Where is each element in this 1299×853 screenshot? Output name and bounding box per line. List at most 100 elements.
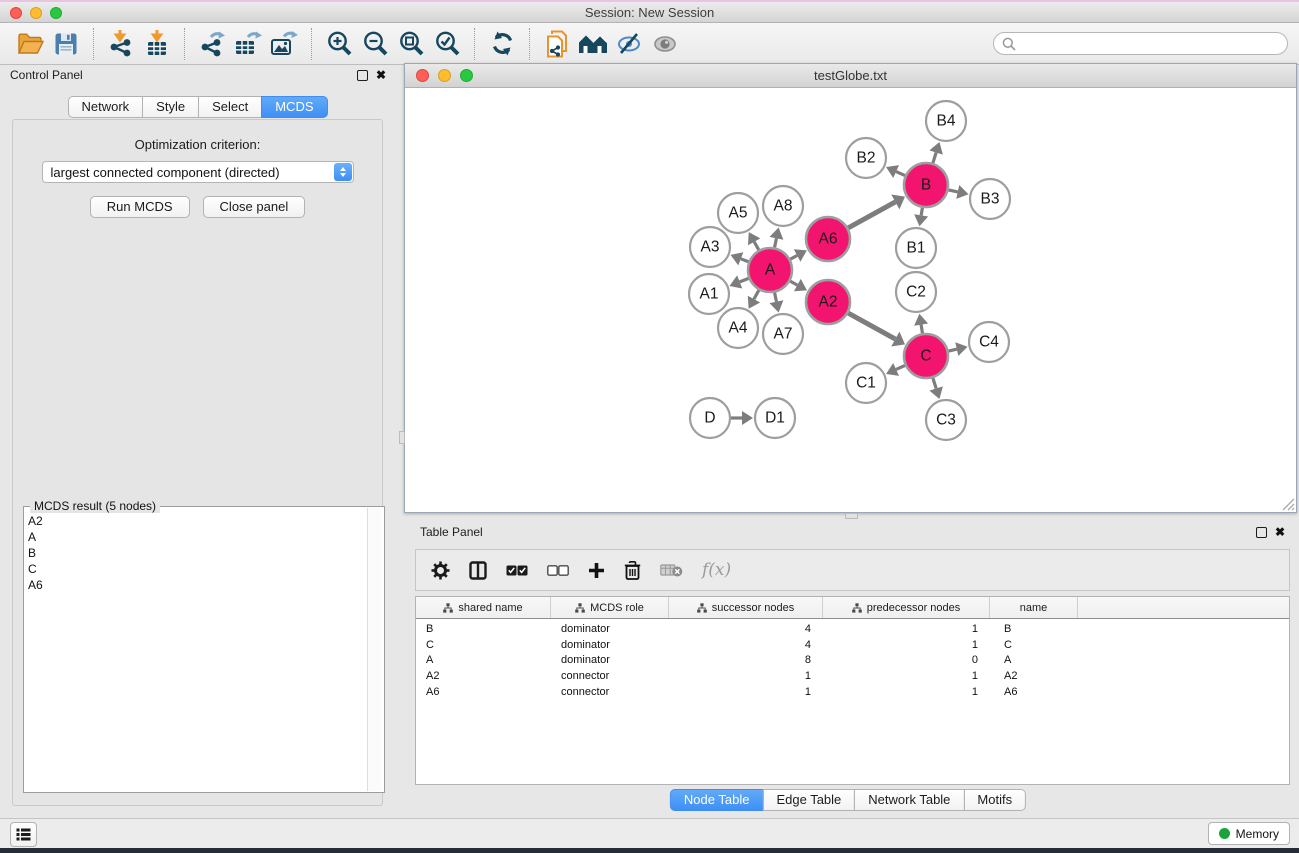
table-row[interactable]: A6connector11A6 [416, 684, 1289, 700]
app-titlebar: Session: New Session [0, 2, 1299, 23]
graph-edge[interactable] [933, 378, 936, 389]
memory-button[interactable]: Memory [1208, 822, 1290, 845]
table-tab-edge-table[interactable]: Edge Table [762, 789, 855, 811]
select-all-icon[interactable] [506, 565, 528, 576]
column-header-predecessor-nodes[interactable]: predecessor nodes [823, 597, 990, 618]
import-table-icon[interactable] [139, 28, 175, 60]
table-cell: 4 [669, 623, 823, 635]
graph-edge[interactable] [775, 238, 777, 247]
table-cell: 1 [823, 670, 990, 682]
table-tab-motifs[interactable]: Motifs [963, 789, 1026, 811]
graph-edge[interactable] [896, 365, 905, 369]
float-panel-icon[interactable] [357, 70, 368, 81]
export-network-icon[interactable] [194, 28, 230, 60]
delete-column-icon[interactable] [624, 561, 641, 580]
settings-gear-icon[interactable] [431, 561, 450, 580]
result-item[interactable]: A6 [28, 577, 367, 593]
zoom-out-icon[interactable] [357, 28, 393, 60]
refresh-icon[interactable] [484, 28, 520, 60]
graph-edge[interactable] [740, 278, 749, 281]
table-row[interactable]: A2connector11A2 [416, 668, 1289, 684]
table-header-row: shared nameMCDS rolesuccessor nodesprede… [416, 597, 1289, 619]
unselect-all-icon[interactable] [547, 565, 569, 576]
home-icon[interactable] [575, 28, 611, 60]
table-tab-node-table[interactable]: Node Table [670, 789, 764, 811]
node-label: A6 [819, 231, 838, 248]
show-hide-icon[interactable] [647, 28, 683, 60]
result-item[interactable]: B [28, 545, 367, 561]
graph-edge[interactable] [921, 208, 922, 216]
table-row[interactable]: Bdominator41B [416, 621, 1289, 637]
save-session-icon[interactable] [48, 28, 84, 60]
graph-edge[interactable] [921, 325, 922, 334]
graph-edge[interactable] [741, 259, 749, 262]
edge-arrowhead [955, 342, 967, 356]
import-network-icon[interactable] [103, 28, 139, 60]
float-table-panel-icon[interactable] [1256, 527, 1267, 538]
node-label: C4 [979, 334, 999, 351]
run-mcds-button[interactable]: Run MCDS [90, 196, 190, 218]
divider-grip[interactable] [399, 431, 405, 444]
edge-arrowhead [914, 314, 928, 326]
result-item[interactable]: C [28, 561, 367, 577]
result-item[interactable]: A [28, 529, 367, 545]
search-input[interactable] [993, 32, 1288, 55]
node-table[interactable]: shared nameMCDS rolesuccessor nodesprede… [415, 596, 1290, 785]
search-icon [1002, 37, 1016, 51]
add-column-icon[interactable] [588, 562, 605, 579]
open-session-icon[interactable] [12, 28, 48, 60]
column-header-successor-nodes[interactable]: successor nodes [669, 597, 823, 618]
graph-edge[interactable] [848, 313, 895, 339]
table-row[interactable]: Cdominator41C [416, 637, 1289, 653]
tab-style[interactable]: Style [142, 96, 199, 118]
graph-edge[interactable] [948, 349, 956, 351]
graph-edge[interactable] [933, 152, 936, 163]
column-header-shared-name[interactable]: shared name [416, 597, 551, 618]
network-window-titlebar[interactable]: testGlobe.txt [405, 64, 1296, 88]
tab-mcds[interactable]: MCDS [261, 96, 327, 118]
graph-edge[interactable] [848, 202, 895, 228]
export-table-icon[interactable] [230, 28, 266, 60]
zoom-fit-icon[interactable] [393, 28, 429, 60]
graph-edge[interactable] [948, 190, 957, 192]
zoom-selected-icon[interactable] [429, 28, 465, 60]
result-scrollbar[interactable] [367, 508, 381, 791]
table-cell: dominator [551, 623, 669, 635]
close-panel-icon[interactable]: ✖ [376, 69, 386, 81]
task-history-button[interactable] [10, 822, 37, 847]
control-panel-title: Control Panel [5, 68, 390, 82]
toolbar-separator [474, 28, 475, 60]
tab-network[interactable]: Network [67, 96, 143, 118]
node-label: D [704, 410, 715, 427]
result-item[interactable]: A2 [28, 513, 367, 529]
close-panel-button[interactable]: Close panel [203, 196, 306, 218]
resize-grip-icon[interactable] [1282, 498, 1295, 511]
close-table-panel-icon[interactable]: ✖ [1275, 526, 1285, 538]
graph-edge[interactable] [790, 255, 797, 259]
column-header-MCDS-role[interactable]: MCDS role [551, 597, 669, 618]
tab-select[interactable]: Select [198, 96, 262, 118]
graph-edge[interactable] [790, 281, 797, 285]
table-cell: dominator [551, 654, 669, 666]
table-tab-network-table[interactable]: Network Table [854, 789, 964, 811]
node-label: B [921, 177, 931, 194]
mcds-panel: Optimization criterion: largest connecte… [12, 119, 383, 806]
table-row[interactable]: Adominator80A [416, 652, 1289, 668]
node-label: A7 [774, 326, 793, 343]
zoom-in-icon[interactable] [321, 28, 357, 60]
criterion-select[interactable]: largest connected component (directed) [42, 161, 354, 183]
vizmapper-toggle-icon[interactable] [611, 28, 647, 60]
network-canvas[interactable]: A5A8A3A1A4A7AA6A2B2B4BB3B1C2C4CC1C3DD1 [405, 88, 1296, 512]
export-image-icon[interactable] [266, 28, 302, 60]
network-graph[interactable]: A5A8A3A1A4A7AA6A2B2B4BB3B1C2C4CC1C3DD1 [405, 88, 1296, 512]
graph-edge[interactable] [896, 172, 905, 176]
graph-edge[interactable] [775, 293, 777, 302]
graph-edge[interactable] [754, 242, 759, 250]
column-chooser-icon[interactable] [469, 561, 487, 580]
new-network-from-selection-icon[interactable] [539, 28, 575, 60]
column-header-name[interactable]: name [990, 597, 1078, 618]
node-label: A1 [700, 286, 719, 303]
memory-label: Memory [1236, 827, 1279, 841]
graph-edge[interactable] [754, 290, 759, 299]
mcds-result-list[interactable]: A2ABCA6 [24, 507, 367, 792]
